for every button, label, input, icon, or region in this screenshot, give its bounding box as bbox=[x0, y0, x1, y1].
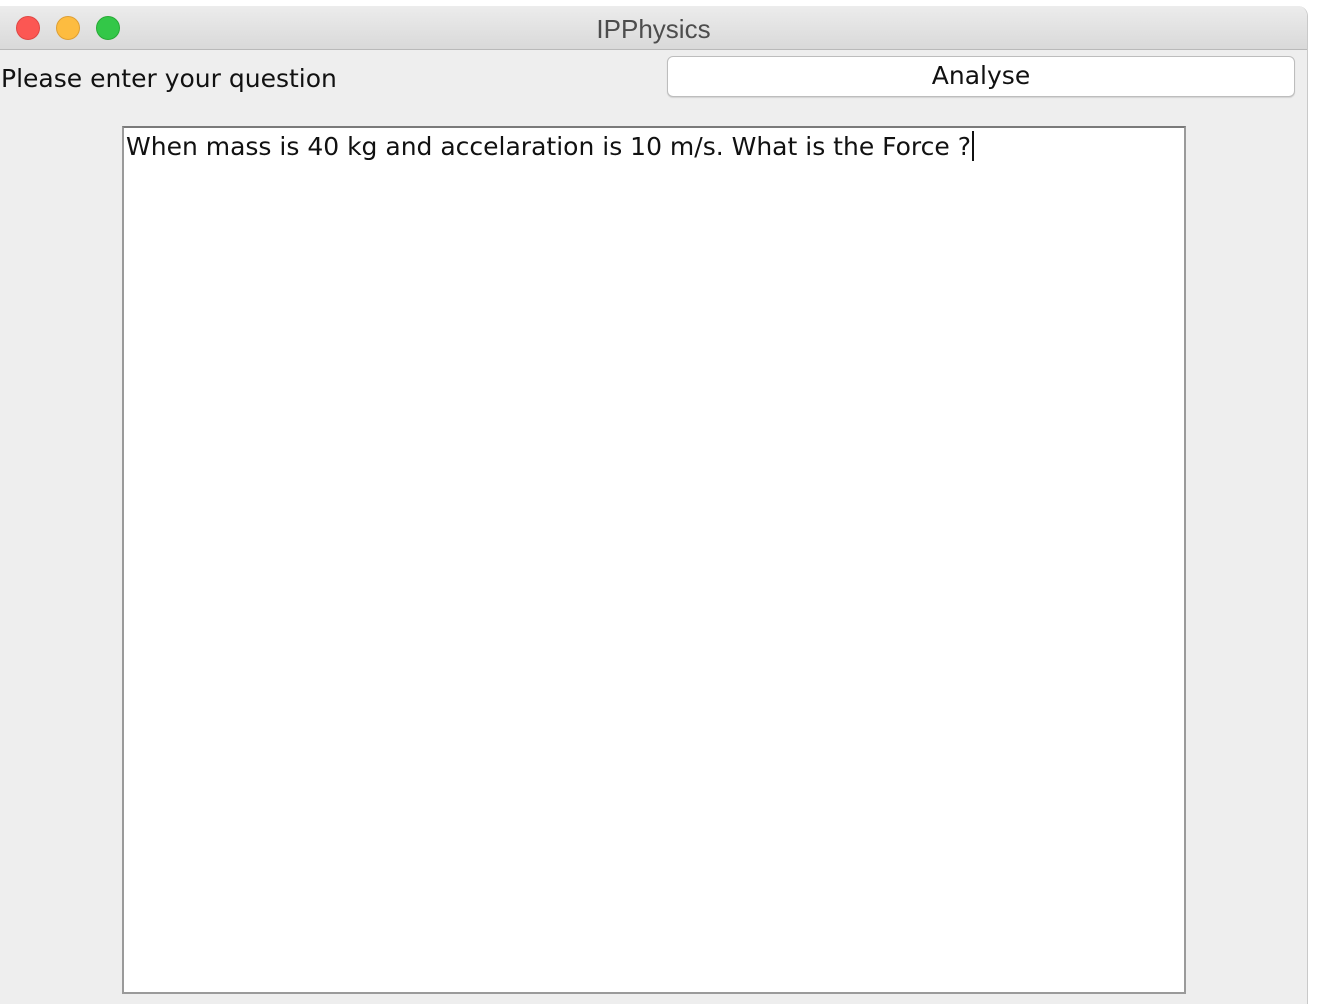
title-bar[interactable]: IPPhysics bbox=[0, 6, 1307, 50]
analyse-button[interactable]: Analyse bbox=[667, 56, 1295, 97]
question-textarea[interactable]: When mass is 40 kg and accelaration is 1… bbox=[122, 126, 1186, 994]
question-text: When mass is 40 kg and accelaration is 1… bbox=[126, 132, 971, 161]
app-window: IPPhysics Please enter your question Ana… bbox=[0, 6, 1308, 1004]
window-title: IPPhysics bbox=[596, 14, 711, 44]
text-caret bbox=[972, 131, 974, 161]
question-prompt-label: Please enter your question bbox=[1, 64, 337, 93]
